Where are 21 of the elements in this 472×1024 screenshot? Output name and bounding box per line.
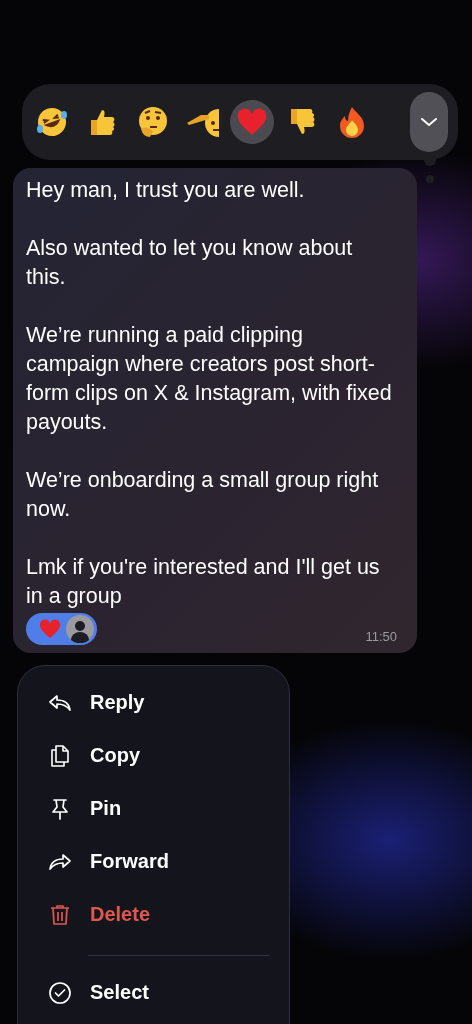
avatar-icon (66, 615, 94, 643)
trash-icon (48, 902, 72, 927)
message-text: Lmk if you're interested and I'll get us in a group (26, 554, 381, 610)
menu-item[interactable]: Select (18, 966, 289, 1019)
message-text: Also wanted to let you know about this. (26, 235, 354, 291)
message-time: 11:50 (365, 628, 397, 644)
expand-button[interactable] (410, 92, 448, 152)
reaction-chip[interactable] (26, 613, 97, 645)
check-circle-icon (48, 980, 72, 1005)
message-text: We’re onboarding a small group right now. (26, 467, 380, 523)
heart-icon (38, 617, 62, 641)
copy-icon (48, 743, 72, 768)
laughing-face-icon (35, 105, 69, 139)
menu-item[interactable]: Copy (18, 729, 289, 782)
message-text: Hey man, I trust you are well. (26, 177, 306, 204)
chevron-down-icon (420, 117, 438, 127)
menu-item[interactable]: Delete (18, 888, 289, 941)
menu-item[interactable]: Reply (18, 676, 289, 729)
menu-item[interactable]: Forward (18, 835, 289, 888)
message-text: We’re running a paid clipping campaign where creators post short-form clips on X & Instagram, with fixed payouts. (26, 322, 393, 436)
menu-item[interactable]: Pin (18, 782, 289, 835)
